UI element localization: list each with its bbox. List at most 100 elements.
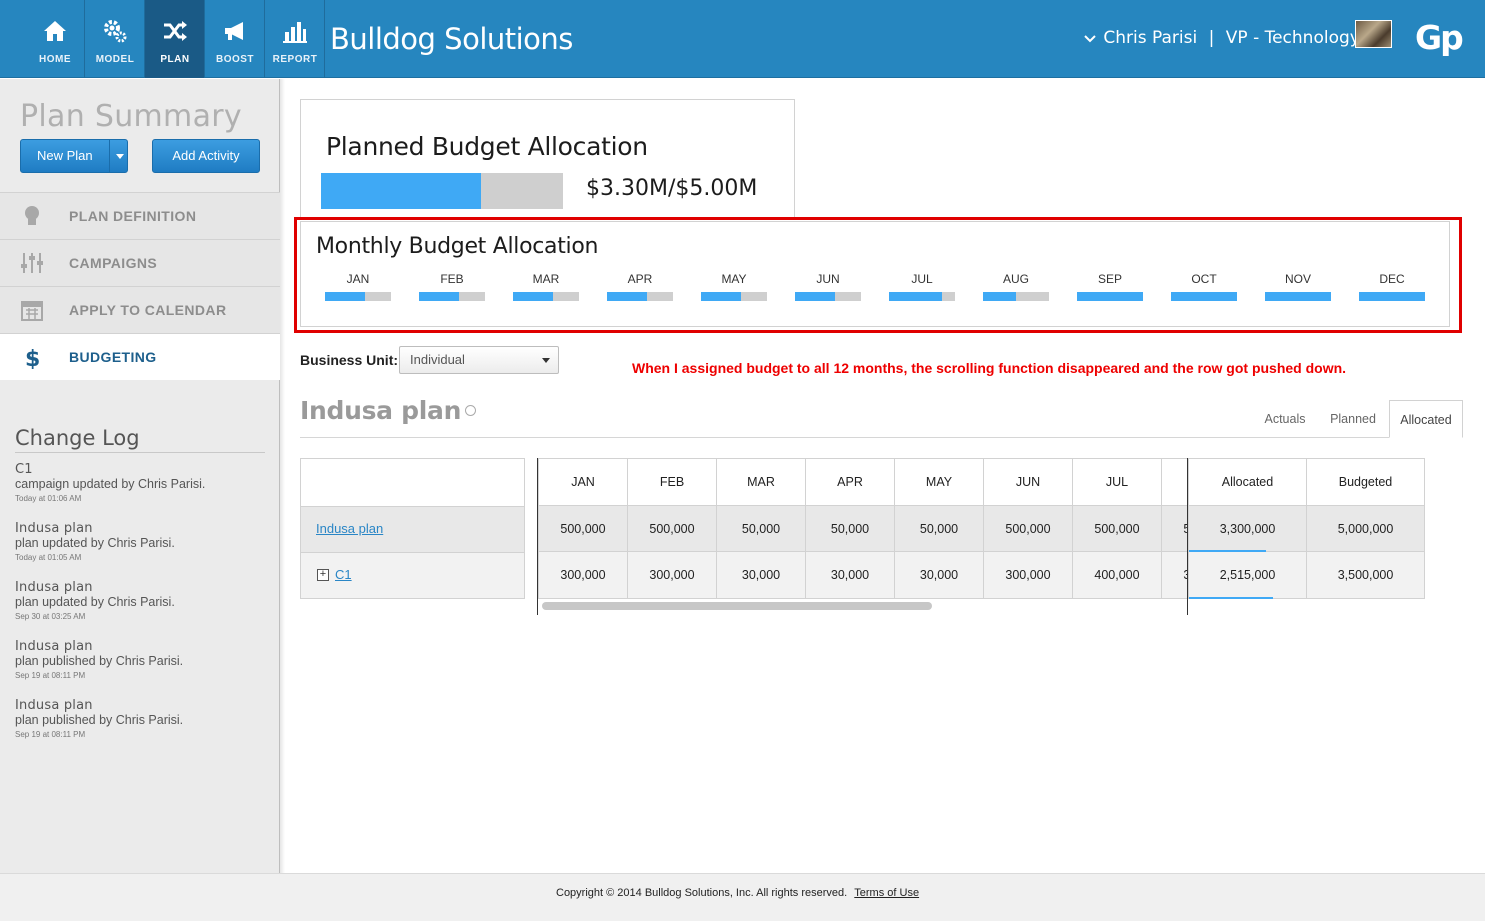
gears-icon bbox=[104, 20, 127, 43]
tab-planned[interactable]: Planned bbox=[1322, 400, 1384, 438]
month-bar-fill bbox=[1265, 292, 1331, 301]
plan-title: Indusa plan bbox=[300, 396, 477, 425]
month-value-cell[interactable]: 500,000 bbox=[627, 505, 717, 552]
svg-text:$: $ bbox=[25, 347, 40, 369]
info-icon[interactable] bbox=[465, 404, 477, 416]
row-link-indusa-plan[interactable]: Indusa plan bbox=[316, 521, 383, 536]
caret-down-icon bbox=[542, 358, 550, 363]
user-menu[interactable]: Chris Parisi | VP - Technology1 bbox=[1084, 28, 1371, 48]
month-bar bbox=[1359, 292, 1425, 301]
month-allocation: MAR bbox=[513, 272, 579, 301]
monthly-grid[interactable]: JANFEBMARAPRMAYJUNJULAUG 500,000500,0005… bbox=[537, 458, 1187, 615]
month-value-cell[interactable]: 500,000 bbox=[1161, 505, 1187, 552]
nav-tab-report[interactable]: REPORT bbox=[265, 0, 325, 78]
sidebar-item-plan-definition[interactable]: PLAN DEFINITION bbox=[0, 192, 280, 239]
month-value-cell[interactable]: 30,000 bbox=[894, 551, 984, 599]
column-header-month: FEB bbox=[627, 458, 717, 506]
month-bar-fill bbox=[1359, 292, 1425, 301]
month-value-cell[interactable]: 300,000 bbox=[983, 551, 1073, 599]
allocated-cell[interactable]: 3,300,000 bbox=[1188, 505, 1307, 552]
row-link-c1[interactable]: C1 bbox=[335, 567, 352, 582]
month-value-cell[interactable]: 500,000 bbox=[538, 505, 628, 552]
budgeted-cell[interactable]: 5,000,000 bbox=[1306, 505, 1425, 552]
allocated-cell[interactable]: 2,515,000 bbox=[1188, 551, 1307, 599]
lightbulb-icon bbox=[25, 206, 39, 225]
change-log-entry: C1 campaign updated by Chris Parisi. Tod… bbox=[15, 462, 275, 503]
nav-tab-home[interactable]: HOME bbox=[25, 0, 85, 78]
nav-tab-plan[interactable]: PLAN bbox=[145, 0, 205, 78]
monthly-budget-panel: Monthly Budget Allocation JAN FEB MAR APR MA… bbox=[300, 221, 1450, 327]
month-value-cell[interactable]: 50,000 bbox=[716, 505, 806, 552]
change-log-entry: Indusa plan plan published by Chris Pari… bbox=[15, 698, 275, 739]
tab-actuals[interactable]: Actuals bbox=[1255, 400, 1315, 438]
change-log-name: Indusa plan bbox=[15, 521, 93, 536]
month-bar bbox=[795, 292, 861, 301]
dollar-icon: $ bbox=[25, 347, 40, 369]
month-value-cell[interactable]: 50,000 bbox=[894, 505, 984, 552]
change-log-name: Indusa plan bbox=[15, 580, 93, 595]
avatar[interactable] bbox=[1355, 20, 1392, 48]
top-bar: HOME MODEL PLAN BOOST REPORT Bulldog Sol… bbox=[0, 0, 1485, 78]
business-unit-select[interactable]: Individual bbox=[399, 346, 559, 374]
month-allocation: JUN bbox=[795, 272, 861, 301]
sidebar-item-apply-to-calendar[interactable]: APPLY TO CALENDAR bbox=[0, 286, 280, 333]
table-row: 3,300,000 5,000,000 bbox=[1188, 505, 1425, 552]
sidebar-item-budgeting[interactable]: $ BUDGETING bbox=[0, 333, 280, 380]
sidebar-item-campaigns[interactable]: CAMPAIGNS bbox=[0, 239, 280, 286]
month-bar bbox=[325, 292, 391, 301]
month-value-cell[interactable]: 50,000 bbox=[805, 505, 895, 552]
month-label: JAN bbox=[346, 272, 370, 286]
terms-of-use-link[interactable]: Terms of Use bbox=[854, 887, 919, 899]
change-log-action: campaign updated by Chris Parisi. bbox=[15, 477, 206, 491]
month-label: JUL bbox=[911, 272, 933, 286]
grid-header-row: Allocated Budgeted bbox=[1188, 458, 1425, 506]
month-bar bbox=[983, 292, 1049, 301]
month-value-cell[interactable]: 500,000 bbox=[1072, 505, 1162, 552]
month-label: OCT bbox=[1191, 272, 1217, 286]
nav-tab-model[interactable]: MODEL bbox=[85, 0, 145, 78]
chevron-down-icon bbox=[1084, 28, 1098, 48]
column-header-allocated: Allocated bbox=[1188, 458, 1307, 506]
month-value-cell[interactable]: 300,000 bbox=[538, 551, 628, 599]
summary-grid: Allocated Budgeted 3,300,000 5,000,000 2… bbox=[1187, 458, 1425, 615]
month-label: JUN bbox=[816, 272, 840, 286]
split-divider bbox=[109, 140, 110, 172]
sidebar: Plan Summary New Plan Add Activity PLAN … bbox=[0, 79, 285, 873]
summary-grid-table: Allocated Budgeted 3,300,000 5,000,000 2… bbox=[1188, 458, 1425, 599]
month-value-cell[interactable]: 300,000 bbox=[627, 551, 717, 599]
month-allocation: DEC bbox=[1359, 272, 1425, 301]
month-value-cell[interactable]: 400,000 bbox=[1072, 551, 1162, 599]
month-label: DEC bbox=[1379, 272, 1405, 286]
sidebar-item-label: BUDGETING bbox=[69, 349, 157, 365]
column-header-month: JUN bbox=[983, 458, 1073, 506]
add-activity-button[interactable]: Add Activity bbox=[152, 139, 260, 173]
nav-tab-boost[interactable]: BOOST bbox=[205, 0, 265, 78]
home-icon bbox=[44, 21, 66, 41]
user-role: VP - Technology1 bbox=[1225, 28, 1371, 48]
change-log-action: plan updated by Chris Parisi. bbox=[15, 536, 175, 550]
tab-allocated[interactable]: Allocated bbox=[1389, 400, 1463, 438]
month-allocation: AUG bbox=[983, 272, 1049, 301]
nav-tab-label: MODEL bbox=[95, 54, 135, 65]
change-log-time: Sep 19 at 08:11 PM bbox=[15, 671, 86, 680]
caret-down-icon[interactable] bbox=[116, 154, 124, 159]
sliders-icon bbox=[21, 253, 43, 273]
calendar-icon bbox=[21, 301, 43, 321]
horizontal-scrollbar[interactable] bbox=[542, 602, 932, 610]
budgeted-cell[interactable]: 3,500,000 bbox=[1306, 551, 1425, 599]
month-allocation: NOV bbox=[1265, 272, 1331, 301]
annotation-note: When I assigned budget to all 12 months,… bbox=[632, 360, 1347, 376]
month-label: SEP bbox=[1097, 272, 1122, 286]
month-bar bbox=[1171, 292, 1237, 301]
month-bar bbox=[607, 292, 673, 301]
month-value-cell[interactable]: 300,000 bbox=[1161, 551, 1187, 599]
change-log-name: Indusa plan bbox=[15, 639, 93, 654]
month-value-cell[interactable]: 500,000 bbox=[983, 505, 1073, 552]
business-unit-value: Individual bbox=[410, 352, 465, 367]
month-value-cell[interactable]: 30,000 bbox=[716, 551, 806, 599]
allocated-value: 2,515,000 bbox=[1219, 568, 1276, 582]
expand-icon[interactable]: + bbox=[317, 569, 329, 581]
month-value-cell[interactable]: 30,000 bbox=[805, 551, 895, 599]
new-plan-button[interactable]: New Plan bbox=[20, 139, 128, 173]
month-label: FEB bbox=[440, 272, 464, 286]
